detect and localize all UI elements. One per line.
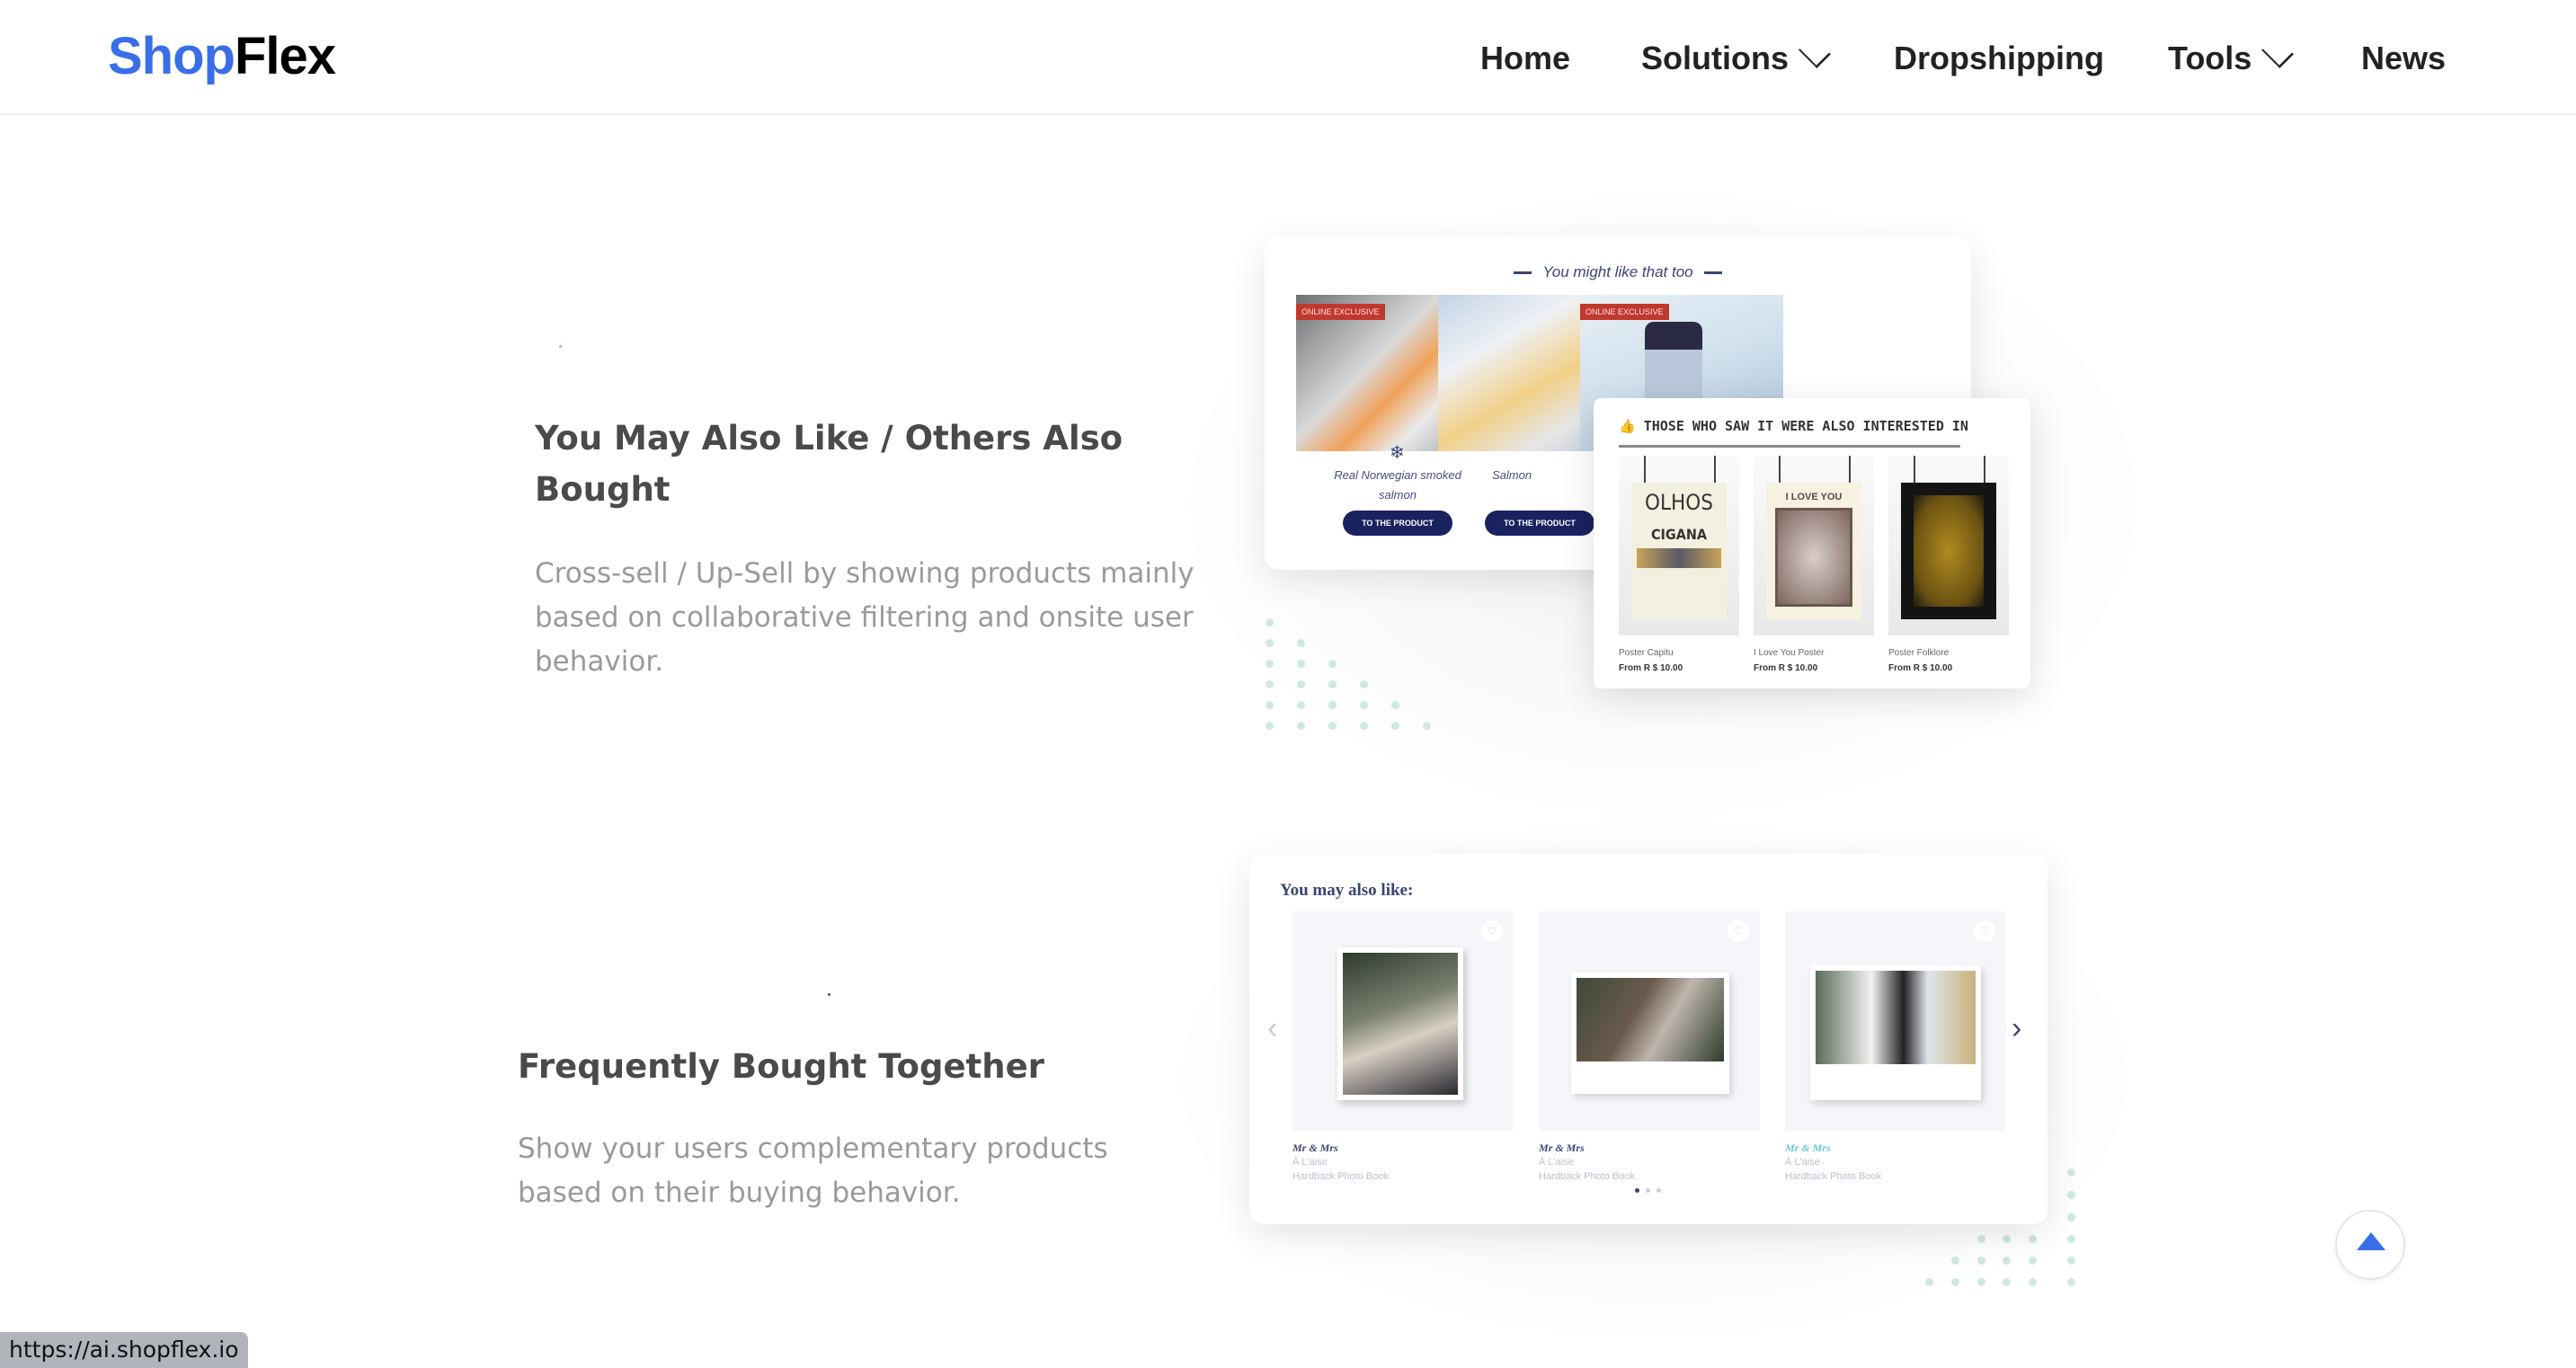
widget-title: You might like that too xyxy=(1265,263,1971,281)
poster-card[interactable] xyxy=(1888,456,2009,635)
poster-card[interactable]: I LOVE YOU xyxy=(1754,456,1874,635)
product-name: Mr & Mrs xyxy=(1785,1141,1831,1154)
also-interested-title: 👍 THOSE WHO SAW IT WERE ALSO INTERESTED … xyxy=(1619,418,1968,434)
product-card[interactable]: ♡ xyxy=(1539,911,1760,1131)
also-interested-widget: 👍 THOSE WHO SAW IT WERE ALSO INTERESTED … xyxy=(1594,398,2030,688)
product-name: Mr & Mrs xyxy=(1539,1141,1585,1154)
nav-home[interactable]: Home xyxy=(1480,36,1570,81)
pager-dot[interactable] xyxy=(1646,1188,1650,1193)
photo-book-image xyxy=(1571,973,1729,1094)
section-body-line: behavior. xyxy=(535,645,664,678)
poster-price: From R $ 10.00 xyxy=(1619,663,1683,673)
site-header: ShopFlex Home Solutions Dropshipping Too… xyxy=(0,0,2576,115)
pager-dot[interactable] xyxy=(1657,1188,1661,1193)
poster-art-text: OLHOS xyxy=(1645,490,1713,515)
logo-part-shop: Shop xyxy=(108,27,235,85)
snowflake-icon: ❄ xyxy=(1390,443,1405,463)
poster-image: OLHOS CIGANA xyxy=(1631,483,1727,619)
poster-art-text: CIGANA xyxy=(1650,526,1708,543)
section-title-line: Bought xyxy=(535,470,671,509)
heart-icon[interactable]: ♡ xyxy=(1481,920,1503,942)
logo[interactable]: ShopFlex xyxy=(108,27,336,86)
section-body-line: Show your users complementary products xyxy=(518,1133,1108,1165)
poster-art-text: I LOVE YOU xyxy=(1785,492,1843,502)
decorative-dot xyxy=(828,993,831,996)
you-may-also-like-carousel: You may also like: ‹ › ♡ ♡ ♡ Mr & Mrs À … xyxy=(1249,854,2047,1224)
carousel-next-arrow-icon[interactable]: › xyxy=(2012,1011,2021,1046)
section-body-line: based on collaborative filtering and ons… xyxy=(535,601,1194,634)
product-brand: À L'aise xyxy=(1785,1157,1820,1168)
poster-name: I Love You Poster xyxy=(1754,648,1825,658)
poster-image: I LOVE YOU xyxy=(1766,483,1861,619)
chevron-down-icon xyxy=(1799,36,1831,68)
title-underline xyxy=(1619,445,1960,448)
nav-news[interactable]: News xyxy=(2361,36,2446,81)
nav-dropshipping[interactable]: Dropshipping xyxy=(1894,36,2104,81)
to-the-product-button[interactable]: TO THE PRODUCT xyxy=(1485,511,1594,536)
section-body-frequently-bought-together: Show your users complementary products b… xyxy=(518,1127,1165,1215)
nav-tools-label: Tools xyxy=(2168,40,2252,76)
carousel-prev-arrow-icon[interactable]: ‹ xyxy=(1267,1011,1277,1046)
product-type: Hardback Photo Book xyxy=(1292,1171,1390,1182)
decorative-dot xyxy=(559,345,562,348)
product-name: Mr & Mrs xyxy=(1292,1141,1338,1154)
poster-price: From R $ 10.00 xyxy=(1888,663,1953,673)
pager-dot-active[interactable] xyxy=(1635,1188,1639,1193)
nav-solutions[interactable]: Solutions xyxy=(1641,36,1831,81)
nav-solutions-label: Solutions xyxy=(1641,40,1789,76)
back-to-top-button[interactable] xyxy=(2335,1210,2405,1280)
nav-dropshipping-label: Dropshipping xyxy=(1894,40,2104,76)
poster-name: Poster Folklore xyxy=(1888,648,1950,658)
triangle-up-icon xyxy=(2357,1232,2385,1250)
photo-book-image xyxy=(1810,965,1981,1100)
product-type: Hardback Photo Book xyxy=(1785,1171,1882,1182)
product-brand: À L'aise xyxy=(1539,1157,1574,1168)
section-body-line: Cross-sell / Up-Sell by showing products… xyxy=(535,557,1195,590)
section-title-you-may-also-like: You May Also Like / Others Also Bought xyxy=(535,413,1182,515)
chevron-down-icon xyxy=(2261,36,2295,68)
to-the-product-button[interactable]: TO THE PRODUCT xyxy=(1343,511,1452,536)
poster-name: Poster Capitu xyxy=(1619,648,1674,658)
section-title-frequently-bought-together: Frequently Bought Together xyxy=(518,1047,1044,1086)
product-name-line: salmon xyxy=(1379,488,1417,502)
nav-tools[interactable]: Tools xyxy=(2168,36,2295,81)
nav-news-label: News xyxy=(2361,40,2447,76)
online-exclusive-badge: ONLINE EXCLUSIVE xyxy=(1296,304,1385,320)
poster-image xyxy=(1901,483,1996,619)
nav-home-label: Home xyxy=(1480,40,1571,76)
poster-card[interactable]: OLHOS CIGANA xyxy=(1619,456,1739,635)
heart-icon[interactable]: ♡ xyxy=(1974,920,1995,942)
carousel-title: You may also like: xyxy=(1280,881,1414,900)
product-card[interactable]: ♡ xyxy=(1785,911,2006,1131)
logo-part-flex: Flex xyxy=(234,27,336,85)
link-status-bar: https://ai.shopflex.io xyxy=(0,1332,248,1368)
poster-price: From R $ 10.00 xyxy=(1754,663,1818,673)
section-body-line: based on their buying behavior. xyxy=(518,1177,961,1209)
photo-book-image xyxy=(1337,947,1463,1100)
product-brand: À L'aise xyxy=(1292,1157,1328,1168)
section-body-you-may-also-like: Cross-sell / Up-Sell by showing products… xyxy=(535,552,1218,684)
product-card[interactable]: ♡ xyxy=(1292,911,1514,1131)
heart-icon[interactable]: ♡ xyxy=(1728,920,1749,942)
also-interested-title-text: THOSE WHO SAW IT WERE ALSO INTERESTED IN xyxy=(1643,418,1968,434)
product-type: Hardback Photo Book xyxy=(1539,1171,1636,1182)
thumbs-up-icon: 👍 xyxy=(1619,418,1636,434)
online-exclusive-badge: ONLINE EXCLUSIVE xyxy=(1580,304,1669,320)
section-title-line: You May Also Like / Others Also xyxy=(535,419,1124,457)
